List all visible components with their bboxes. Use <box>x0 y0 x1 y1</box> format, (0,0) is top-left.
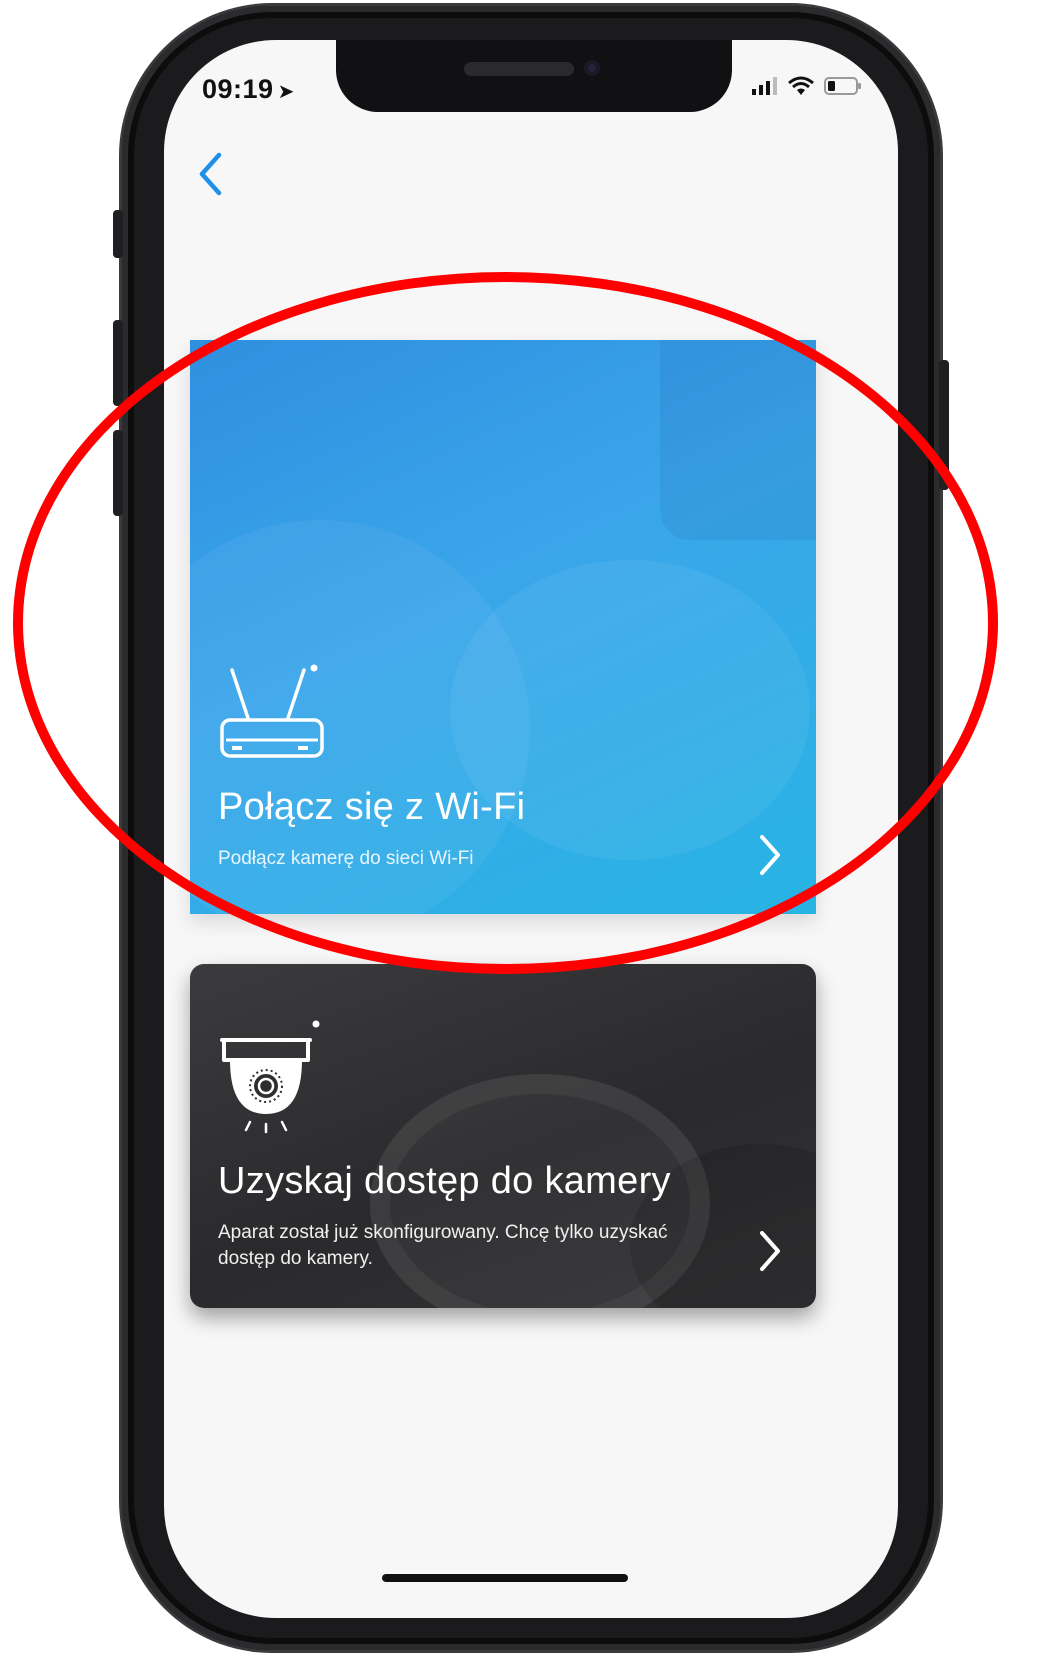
access-card-title: Uzyskaj dostęp do kamery <box>218 1160 671 1202</box>
battery-icon <box>824 77 861 95</box>
dome-camera-icon <box>220 1020 320 1134</box>
volume-up-button <box>113 320 123 406</box>
status-time-text: 09:19 <box>202 74 274 104</box>
connect-wifi-card[interactable]: Połącz się z Wi-Fi Podłącz kamerę do sie… <box>190 340 816 914</box>
chevron-right-icon <box>760 835 780 875</box>
notch <box>336 40 732 112</box>
background-photo-shape <box>660 340 816 540</box>
volume-down-button <box>113 430 123 516</box>
home-indicator[interactable] <box>382 1574 628 1582</box>
status-time: 09:19 ➤ <box>202 74 295 105</box>
wifi-card-title: Połącz się z Wi-Fi <box>218 786 526 828</box>
status-icons <box>752 76 862 96</box>
access-camera-card[interactable]: Uzyskaj dostęp do kamery Aparat został j… <box>190 964 816 1308</box>
chevron-left-icon <box>199 152 222 196</box>
front-camera <box>584 60 600 76</box>
cellular-signal-icon <box>752 77 777 95</box>
back-button[interactable] <box>190 144 230 204</box>
power-button <box>939 360 949 490</box>
location-icon: ➤ <box>277 81 295 103</box>
phone-screen: 09:19 ➤ Połącz się z Wi-Fi Podłącz kamer… <box>164 40 898 1618</box>
access-card-subtitle: Aparat został już skonfigurowany. Chcę t… <box>218 1222 668 1269</box>
speaker-grille <box>464 62 574 76</box>
wifi-card-subtitle: Podłącz kamerę do sieci Wi-Fi <box>218 848 474 869</box>
router-icon <box>220 664 324 758</box>
chevron-right-icon <box>760 1231 780 1271</box>
wifi-icon <box>788 76 814 95</box>
silent-switch <box>113 210 123 258</box>
